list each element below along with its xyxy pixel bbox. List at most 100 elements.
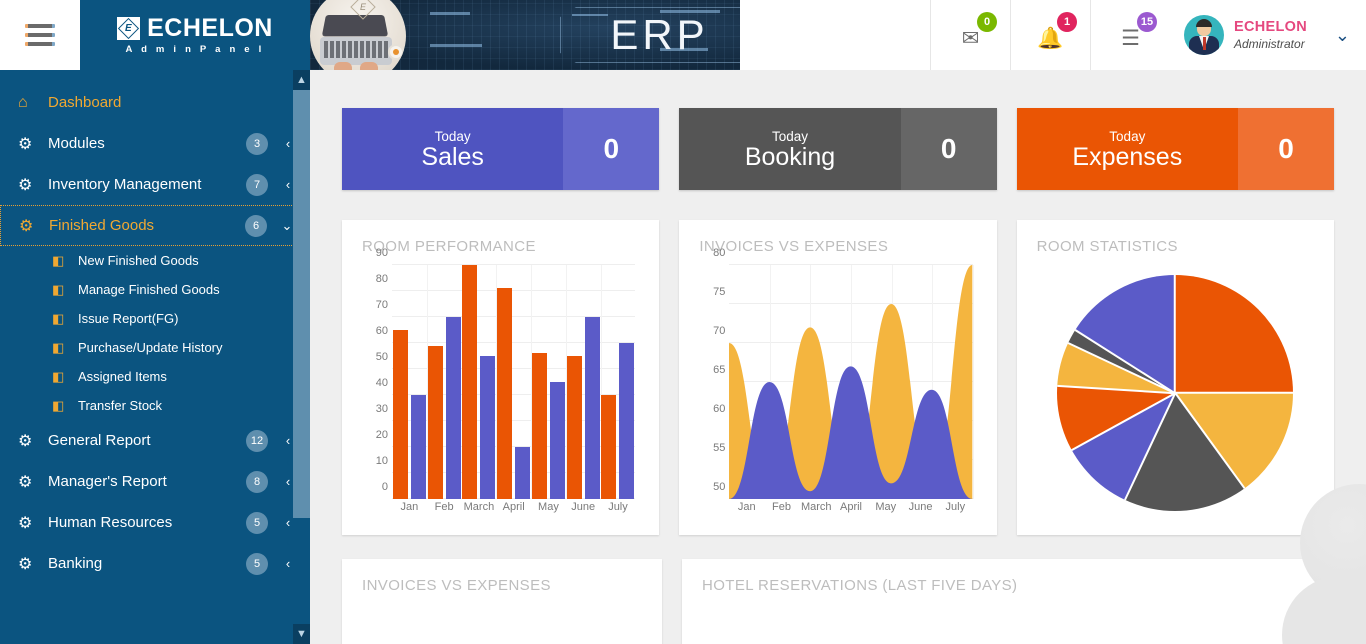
gears-icon: ⚙: [18, 432, 33, 450]
stat-card-expenses[interactable]: Today Expenses 0: [1016, 108, 1334, 190]
card-room-statistics: ROOM STATISTICS: [1016, 220, 1334, 535]
sidebar-subitem-assigned-items[interactable]: ◧ Assigned Items: [0, 362, 310, 391]
book-icon: ◧: [52, 252, 65, 268]
chevron-down-icon[interactable]: ⌄: [1335, 25, 1350, 46]
bar-group: [392, 265, 427, 499]
sidebar-item-manager-s-report[interactable]: ⚙ Manager's Report 8 ‹: [0, 461, 310, 502]
y-tick-label: 40: [375, 377, 388, 390]
x-axis-labels: Jan Feb March April May June July: [392, 501, 635, 521]
banner-deco: [430, 12, 470, 15]
book-icon: ◧: [52, 310, 65, 326]
sidebar-subitem-transfer-stock[interactable]: ◧ Transfer Stock: [0, 391, 310, 420]
sidebar-item-banking[interactable]: ⚙ Banking 5 ‹: [0, 543, 310, 584]
sidebar-subitem-label: Issue Report(FG): [78, 311, 179, 326]
stat-period: Today: [1109, 128, 1146, 144]
notifications-button[interactable]: 🔔 1: [1010, 0, 1090, 70]
sidebar-subitem-manage-finished-goods[interactable]: ◧ Manage Finished Goods: [0, 275, 310, 304]
stat-value: 0: [1237, 108, 1334, 190]
gears-icon: ⚙: [18, 473, 33, 491]
sidebar-subitem-new-finished-goods[interactable]: ◧ New Finished Goods: [0, 246, 310, 275]
pie-slice-separator: [1124, 392, 1176, 501]
stat-card-booking[interactable]: Today Booking 0: [679, 108, 997, 190]
brand-logo[interactable]: E ECHELON A d m i n P a n e l: [80, 0, 310, 70]
sidebar-item-badge: 3: [246, 132, 268, 155]
book-icon: ◧: [52, 339, 65, 355]
book-icon: ◧: [52, 397, 65, 413]
stat-label: Expenses: [1072, 142, 1183, 171]
messages-button[interactable]: ✉ 0: [930, 0, 1010, 70]
bar: [462, 265, 478, 499]
area-chart: 50 55 60 65 70 75 80 Jan Feb March April May June Ju…: [699, 247, 976, 521]
sidebar-item-human-resources[interactable]: ⚙ Human Resources 5 ‹: [0, 502, 310, 543]
sidebar-item-general-report[interactable]: ⚙ General Report 12 ‹: [0, 420, 310, 461]
bar-group: [601, 265, 636, 499]
y-tick-label: 10: [375, 455, 388, 468]
sidebar-subitem-purchase-update-history[interactable]: ◧ Purchase/Update History: [0, 333, 310, 362]
tasks-button[interactable]: ☰ 15: [1090, 0, 1170, 70]
sidebar-item-modules[interactable]: ⚙ Modules 3 ‹: [0, 123, 310, 164]
x-tick-label: Jan: [737, 501, 756, 513]
pie-chart: [1037, 265, 1314, 521]
brand-mark-letter: E: [125, 22, 132, 34]
card-title: HOTEL RESERVATIONS (LAST FIVE DAYS): [702, 577, 1018, 594]
card-room-performance: ROOM PERFORMANCE 0 10 20 30 40 50 60 70 80 90 Jan…: [342, 220, 660, 535]
sidebar-subitem-issue-report-fg[interactable]: ◧ Issue Report(FG): [0, 304, 310, 333]
sidebar-item-inventory-management[interactable]: ⚙ Inventory Management 7 ‹: [0, 164, 310, 205]
sidebar-scrollbar[interactable]: ▲ ▼: [293, 70, 310, 644]
stat-card-sales[interactable]: Today Sales 0: [342, 108, 660, 190]
bar-group: [496, 265, 531, 499]
sidebar-item-label: General Report: [48, 432, 151, 449]
gears-icon: ⚙: [18, 176, 33, 194]
menu-icon: [25, 24, 55, 46]
gears-icon: ⚙: [19, 217, 34, 235]
bar: [392, 330, 408, 499]
area-chart-plot: [729, 264, 974, 499]
top-header-bar: E ECHELON A d m i n P a n e l ERP E ✉ 0: [0, 0, 1366, 70]
bar-chart: 0 10 20 30 40 50 60 70 80 90 Jan Feb March April May J…: [362, 247, 639, 521]
x-tick-label: April: [840, 501, 863, 513]
stat-label: Booking: [744, 142, 836, 171]
scroll-up-button[interactable]: ▲: [293, 70, 310, 90]
card-title: ROOM STATISTICS: [1036, 238, 1178, 255]
card-title: INVOICES VS EXPENSES: [699, 238, 889, 255]
scroll-down-button[interactable]: ▼: [293, 624, 310, 644]
sidebar-item-badge: 12: [246, 429, 268, 452]
gridline: [972, 265, 974, 499]
messages-badge: 0: [977, 12, 997, 32]
bar: [515, 447, 531, 499]
sidebar-menu: ⌂ Dashboard ⚙ Modules 3 ‹ ⚙ Inventory Managemen…: [0, 70, 310, 584]
x-tick-label: Feb: [434, 501, 454, 513]
y-tick-label: 80: [375, 273, 388, 286]
bar: [619, 343, 635, 499]
area-series: [729, 366, 973, 499]
y-tick-label: 90: [375, 247, 388, 259]
stat-card-main: Today Sales: [342, 108, 564, 190]
home-icon: ⌂: [18, 93, 28, 111]
chevron-icon[interactable]: ⌄: [281, 218, 293, 234]
main-content-area: Today Sales 0 Today Booking 0 Today Expenses 0 R…: [310, 70, 1366, 644]
sidebar-item-dashboard[interactable]: ⌂ Dashboard: [0, 82, 310, 123]
sidebar-item-finished-goods[interactable]: ⚙ Finished Goods 6 ⌄: [0, 205, 310, 246]
y-tick-label: 65: [713, 364, 726, 376]
sidebar-item-badge: 8: [246, 470, 268, 493]
sidebar-item-badge: 6: [245, 214, 267, 237]
erp-banner-image: ERP E: [310, 0, 740, 70]
sidebar-item-badge: 7: [246, 173, 268, 196]
notifications-badge: 1: [1057, 12, 1077, 32]
scrollbar-thumb[interactable]: [293, 90, 310, 518]
card-invoices-vs-expenses-2: INVOICES VS EXPENSES: [342, 559, 662, 644]
sidebar-item-label: Dashboard: [48, 94, 122, 111]
stat-label: Sales: [421, 142, 484, 171]
sidebar-subitem-label: Manage Finished Goods: [78, 282, 220, 297]
pie-slice-separator: [1174, 275, 1177, 393]
header-spacer: [740, 0, 930, 70]
sidebar-subitem-label: New Finished Goods: [78, 253, 199, 268]
bar-group: [531, 265, 566, 499]
user-profile-menu[interactable]: ECHELON Administrator ⌄: [1170, 0, 1366, 70]
x-tick-label: May: [538, 501, 559, 513]
sidebar-item-label: Modules: [48, 135, 105, 152]
pie-slice-separator: [1057, 384, 1176, 394]
bar-group: [427, 265, 462, 499]
bar: [584, 317, 600, 499]
sidebar-toggle-button[interactable]: [0, 0, 80, 70]
